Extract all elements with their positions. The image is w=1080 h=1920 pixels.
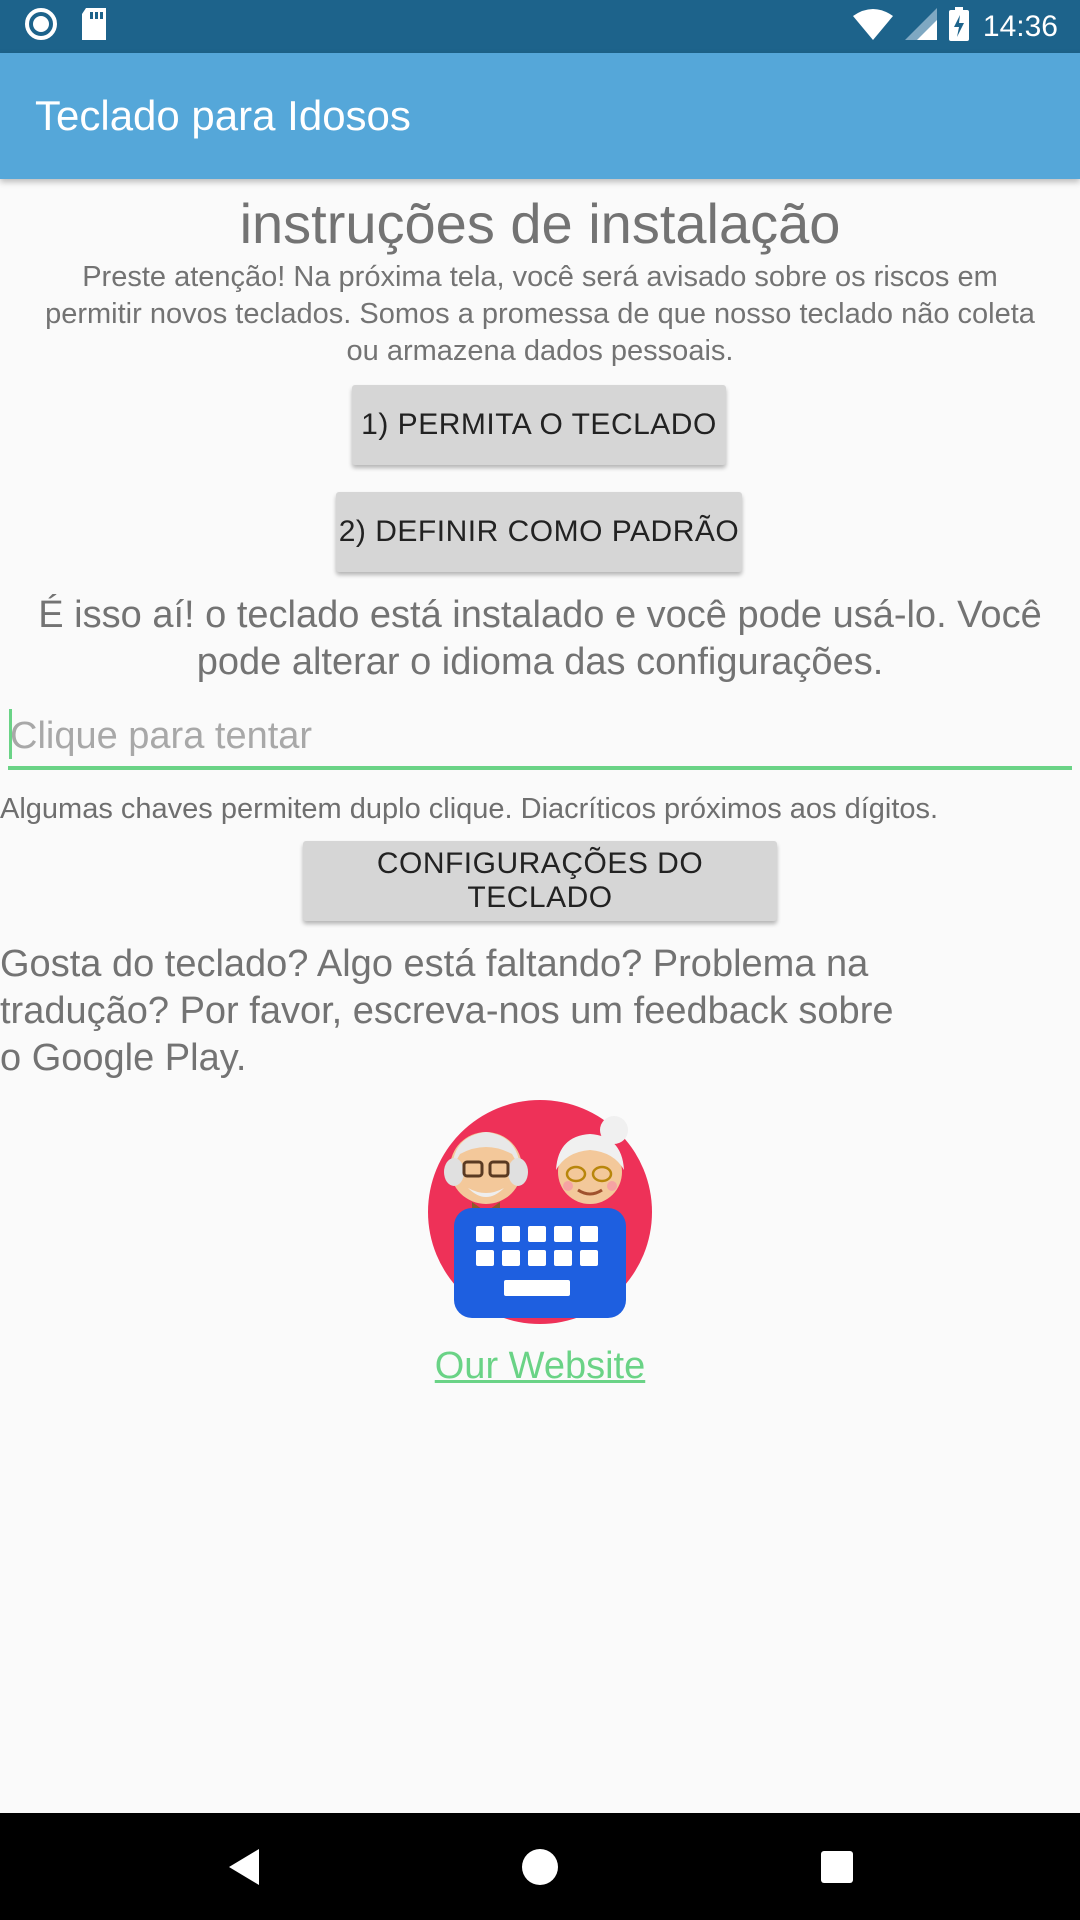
home-icon[interactable] — [500, 1827, 580, 1907]
feedback-text: Gosta do teclado? Algo está faltando? Pr… — [0, 943, 894, 1079]
allow-keyboard-button[interactable]: 1) PERMITA O TECLADO — [352, 385, 726, 465]
app-logo — [424, 1096, 656, 1328]
double-click-hint: Algumas chaves permitem duplo clique. Di… — [0, 793, 939, 825]
navigation-bar — [0, 1813, 1080, 1920]
try-keyboard-input[interactable] — [8, 707, 1072, 770]
website-link[interactable]: Our Website — [0, 1345, 1080, 1388]
installed-message: É isso aí! o teclado está instalado e vo… — [38, 594, 1042, 683]
back-icon[interactable] — [203, 1827, 283, 1907]
app-title: Teclado para Idosos — [35, 92, 411, 139]
battery-charging-icon — [948, 7, 969, 46]
keyboard-settings-button[interactable]: CONFIGURAÇÕES DO TECLADO — [303, 841, 777, 921]
status-time: 14:36 — [982, 9, 1058, 43]
privacy-warning-text: Preste atenção! Na próxima tela, você se… — [45, 261, 1035, 367]
text-cursor — [9, 709, 12, 759]
signal-icon — [904, 8, 937, 45]
status-bar: 14:36 — [0, 0, 1080, 53]
app-bar: Teclado para Idosos — [0, 53, 1080, 179]
sd-card-icon — [80, 8, 108, 45]
recents-icon[interactable] — [797, 1827, 877, 1907]
wifi-icon — [852, 8, 893, 45]
page-title: instruções de instalação — [239, 192, 841, 255]
set-default-button[interactable]: 2) DEFINIR COMO PADRÃO — [336, 492, 742, 572]
record-icon — [24, 7, 58, 46]
